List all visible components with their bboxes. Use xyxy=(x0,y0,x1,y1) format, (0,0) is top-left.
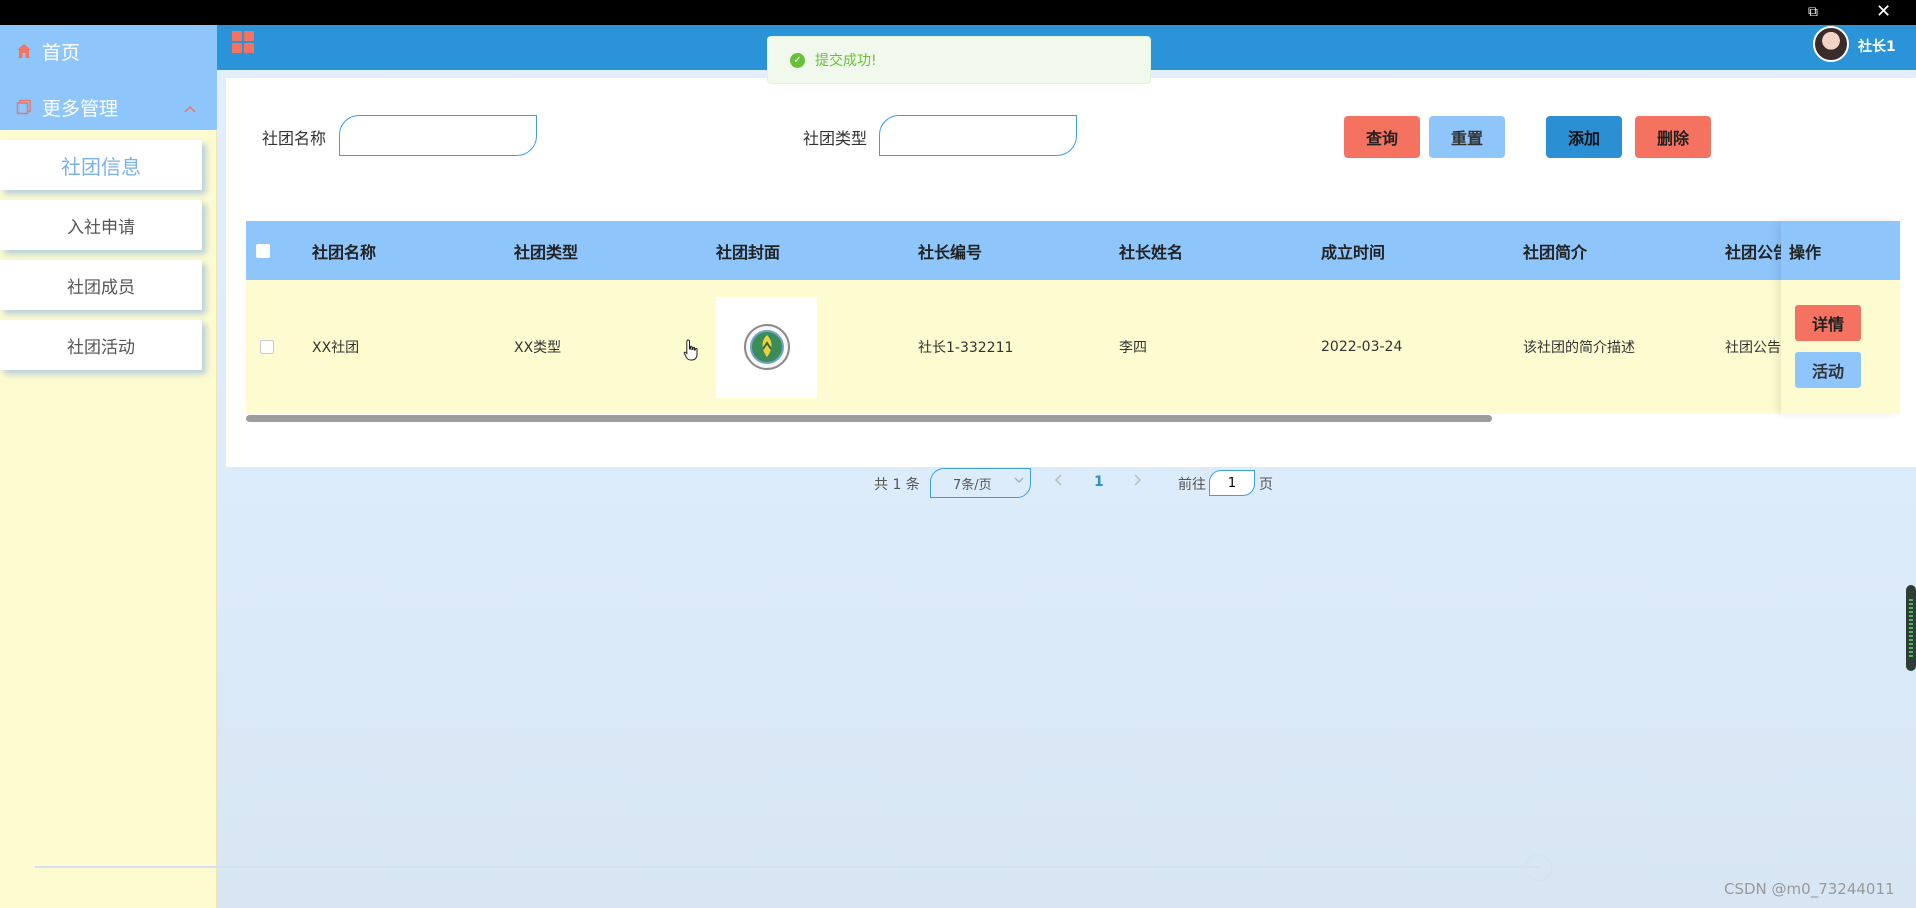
scrollbar-thumb[interactable] xyxy=(246,415,1492,422)
cell-club-notice: 社团公告 xyxy=(1725,340,1781,356)
toast-message: 提交成功! xyxy=(815,53,877,69)
success-toast: ✓ 提交成功! xyxy=(767,36,1151,84)
row-checkbox[interactable] xyxy=(260,280,274,414)
goto-label: 前往 xyxy=(1178,477,1206,493)
club-cover-image[interactable] xyxy=(716,296,817,398)
column-header: 操作 xyxy=(1781,221,1900,280)
sidebar: 首页 更多管理 社团信息 入社申请 社团成员 社团活动 xyxy=(0,25,217,908)
column-header[interactable]: 社团名称 xyxy=(312,221,376,280)
sidebar-submenu: 社团信息 入社申请 社团成员 社团活动 xyxy=(0,140,210,380)
column-header[interactable]: 社长编号 xyxy=(918,221,982,280)
sidebar-item-label: 社团活动 xyxy=(67,337,135,358)
query-button[interactable]: 查询 xyxy=(1344,116,1420,158)
background-slider-handle xyxy=(1525,854,1552,881)
cell-club-name: XX社团 xyxy=(312,340,360,356)
sidebar-item-more-management[interactable]: 更多管理 xyxy=(0,81,217,133)
grid-menu-icon[interactable] xyxy=(232,31,256,55)
watermark: CSDN @m0_73244011 xyxy=(1724,880,1895,898)
sidebar-item-label: 首页 xyxy=(42,41,81,64)
chevron-up-icon xyxy=(183,97,197,119)
sidebar-item-club-info[interactable]: 社团信息 xyxy=(0,140,202,190)
sidebar-item-club-members[interactable]: 社团成员 xyxy=(0,260,202,310)
sidebar-item-club-activities[interactable]: 社团活动 xyxy=(0,320,202,370)
club-table: 社团名称 社团类型 社团封面 社长编号 社长姓名 成立时间 社团简介 社团公告 … xyxy=(246,221,1900,414)
copy-icon xyxy=(14,97,34,117)
sidebar-item-label: 社团成员 xyxy=(67,277,135,298)
club-type-input[interactable] xyxy=(879,115,1077,156)
activity-button[interactable]: 活动 xyxy=(1795,352,1861,388)
delete-button[interactable]: 删除 xyxy=(1635,116,1711,158)
club-type-label: 社团类型 xyxy=(803,129,868,148)
sidebar-item-label: 入社申请 xyxy=(67,217,135,238)
page-size-select[interactable]: 7条/页 xyxy=(930,468,1031,498)
close-icon[interactable]: ✕ xyxy=(1876,2,1891,22)
horizontal-scrollbar[interactable] xyxy=(246,415,1900,423)
home-icon xyxy=(14,41,34,61)
sidebar-item-label: 社团信息 xyxy=(61,154,141,179)
pagination: 共 1 条 7条/页 1 前往 页 xyxy=(226,468,1916,498)
column-header[interactable]: 社长姓名 xyxy=(1119,221,1183,280)
window-titlebar: ⧉ ✕ xyxy=(0,0,1916,25)
hand-pointer-icon xyxy=(683,339,699,365)
table-header: 社团名称 社团类型 社团封面 社长编号 社长姓名 成立时间 社团简介 社团公告 xyxy=(246,221,1900,280)
cell-club-intro: 该社团的简介描述 xyxy=(1523,340,1635,356)
column-header[interactable]: 成立时间 xyxy=(1321,221,1385,280)
cell-club-cover xyxy=(716,280,817,414)
club-name-label: 社团名称 xyxy=(262,129,327,148)
cell-leader-name: 李四 xyxy=(1119,340,1147,356)
cell-leader-id: 社长1-332211 xyxy=(918,340,1014,356)
operations-column: 操作 详情 活动 xyxy=(1781,221,1900,414)
column-header[interactable]: 社团公告 xyxy=(1725,221,1781,280)
reset-button[interactable]: 重置 xyxy=(1429,116,1505,158)
club-logo-icon xyxy=(743,324,790,370)
operations-cell: 详情 活动 xyxy=(1781,280,1900,414)
select-all-checkbox[interactable] xyxy=(256,221,270,280)
add-button[interactable]: 添加 xyxy=(1546,116,1622,158)
club-name-input[interactable] xyxy=(339,115,537,156)
main-panel: 社团名称 社团类型 查询 重置 添加 删除 社团名称 社团类型 社团封面 社长编… xyxy=(226,78,1916,498)
avatar[interactable] xyxy=(1813,26,1849,62)
sidebar-item-home[interactable]: 首页 xyxy=(0,25,217,77)
cell-club-type: XX类型 xyxy=(514,340,562,356)
restore-icon[interactable]: ⧉ xyxy=(1808,2,1818,22)
sidebar-item-label: 更多管理 xyxy=(42,97,119,120)
page-suffix: 页 xyxy=(1259,477,1273,493)
page-number[interactable]: 1 xyxy=(1094,474,1104,490)
background-slider-track xyxy=(35,866,1540,868)
page-size-value: 7条/页 xyxy=(953,477,992,493)
sidebar-header: 首页 更多管理 xyxy=(0,25,217,130)
detail-button[interactable]: 详情 xyxy=(1795,305,1861,341)
table-row[interactable]: XX社团 XX类型 社长1-332211 李四 2022-03-24 该社团的简… xyxy=(246,280,1900,414)
check-circle-icon: ✓ xyxy=(790,52,805,68)
next-page-icon[interactable] xyxy=(1132,473,1142,491)
chevron-down-icon xyxy=(1014,475,1024,488)
total-count: 共 1 条 xyxy=(874,477,920,493)
column-header[interactable]: 社团简介 xyxy=(1523,221,1587,280)
goto-page-input[interactable] xyxy=(1209,470,1255,496)
cell-founded-date: 2022-03-24 xyxy=(1321,339,1403,355)
column-header[interactable]: 社团类型 xyxy=(514,221,578,280)
vertical-scrollbar[interactable] xyxy=(1906,585,1916,671)
username[interactable]: 社长1 xyxy=(1858,36,1896,56)
sidebar-item-join-application[interactable]: 入社申请 xyxy=(0,200,202,250)
app-page: 首页 更多管理 社团信息 入社申请 社团成员 社团活动 系统 xyxy=(0,25,1916,908)
column-header[interactable]: 社团封面 xyxy=(716,221,780,280)
prev-page-icon[interactable] xyxy=(1054,473,1064,491)
